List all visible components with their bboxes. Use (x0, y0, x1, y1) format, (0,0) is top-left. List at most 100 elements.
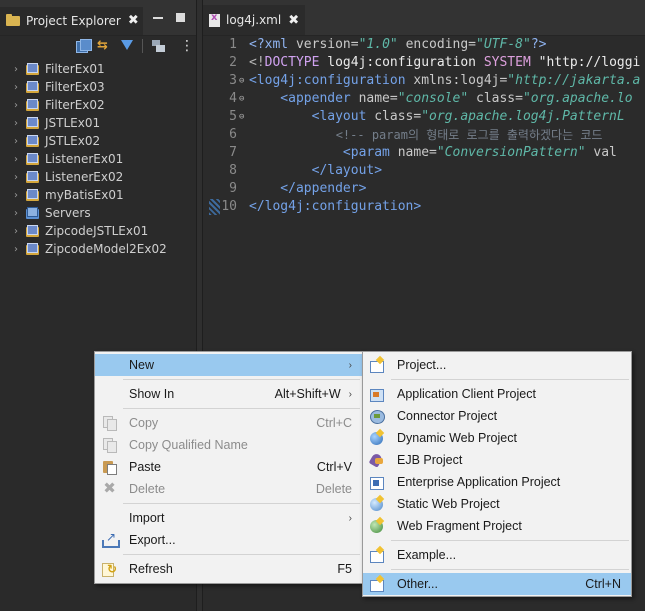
new-static-web-project[interactable]: Static Web Project (363, 493, 631, 515)
tree-item-label: ZipcodeJSTLEx01 (45, 224, 149, 238)
chevron-right-icon[interactable]: › (14, 82, 23, 93)
editor-tab-log4j[interactable]: log4j.xml ✖ (203, 5, 306, 35)
fold-gutter (239, 36, 249, 54)
menu-import[interactable]: Import › (95, 507, 362, 529)
new-dynamic-web-project[interactable]: Dynamic Web Project (363, 427, 631, 449)
code-text: <?xml version="1.0" encoding="UTF-8"?> (249, 36, 645, 54)
tree-item-project[interactable]: › ZipcodeJSTLEx01 (0, 222, 196, 240)
tree-item-label: FilterEx03 (45, 80, 105, 94)
tree-item-project[interactable]: › JSTLEx02 (0, 132, 196, 150)
filter-icon[interactable] (120, 39, 135, 53)
menu-show-in[interactable]: Show In Alt+Shift+W › (95, 383, 362, 405)
menu-new[interactable]: New › (95, 354, 362, 376)
new-application-client-project[interactable]: Application Client Project (363, 383, 631, 405)
new-example[interactable]: Example... (363, 544, 631, 566)
chevron-right-icon[interactable]: › (14, 118, 23, 129)
tree-item-project[interactable]: › FilterEx02 (0, 96, 196, 114)
focus-on-active-task-icon[interactable] (152, 39, 167, 53)
menu-separator (123, 379, 360, 380)
menu-item-label: Export... (129, 533, 176, 547)
code-token: </appender> (249, 181, 367, 196)
menu-item-label: EJB Project (397, 453, 463, 467)
menu-item-label: Copy (129, 416, 159, 430)
menu-refresh[interactable]: Refresh F5 (95, 558, 362, 580)
fold-toggle-icon[interactable]: ⊖ (239, 90, 249, 108)
collapse-all-icon[interactable] (76, 39, 92, 53)
menu-item-label: Refresh (129, 562, 173, 576)
fold-toggle-icon[interactable]: ⊖ (239, 108, 249, 126)
chevron-right-icon[interactable]: › (14, 136, 23, 147)
chevron-right-icon[interactable]: › (14, 154, 23, 165)
menu-export[interactable]: Export... (95, 529, 362, 551)
code-area[interactable]: 1 <?xml version="1.0" encoding="UTF-8"?> 2… (203, 36, 645, 216)
chevron-right-icon[interactable]: › (14, 190, 23, 201)
code-text: </log4j:configuration> (249, 198, 645, 216)
menu-paste[interactable]: Paste Ctrl+V (95, 456, 362, 478)
menu-item-label: Web Fragment Project (397, 519, 522, 533)
line-number: 7 (229, 145, 237, 160)
code-token: "console" (397, 91, 476, 106)
toolbar-divider (142, 39, 143, 53)
menu-item-label: Other... (397, 577, 438, 591)
code-token: DOCTYPE (264, 55, 328, 70)
tree-item-label: JSTLEx02 (45, 134, 101, 148)
link-with-editor-icon[interactable]: ⇆ (97, 39, 112, 53)
tree-item-project[interactable]: › FilterEx01 (0, 60, 196, 78)
menu-item-label: Dynamic Web Project (397, 431, 517, 445)
chevron-right-icon[interactable]: › (14, 244, 23, 255)
new-web-fragment-project[interactable]: Web Fragment Project (363, 515, 631, 537)
menu-copy: Copy Ctrl+C (95, 412, 362, 434)
tree-item-project[interactable]: › ZipcodeModel2Ex02 (0, 240, 196, 258)
code-token: SYSTEM (483, 55, 539, 70)
tree-item-label: ListenerEx02 (45, 170, 124, 184)
tree-item-label: ListenerEx01 (45, 152, 124, 166)
new-ejb-project[interactable]: EJB Project (363, 449, 631, 471)
code-token: "1.0" (358, 37, 406, 52)
code-line: 5 ⊖ <layout class="org.apache.log4j.Patte… (203, 108, 645, 126)
maximize-icon[interactable] (175, 12, 187, 24)
tree-item-project[interactable]: › Servers (0, 204, 196, 222)
wiz-dynweb-icon (369, 430, 385, 446)
tree-item-project[interactable]: › JSTLEx01 (0, 114, 196, 132)
code-line: 7 <param name="ConversionPattern" val (203, 144, 645, 162)
code-token: <layout (249, 109, 375, 124)
code-line: 10 </log4j:configuration> (203, 198, 645, 216)
explorer-tab[interactable]: Project Explorer ✖ (0, 6, 143, 35)
minimize-icon[interactable] (152, 12, 164, 24)
chevron-right-icon[interactable]: › (14, 226, 23, 237)
chevron-right-icon[interactable]: › (14, 208, 23, 219)
view-menu-icon[interactable]: ⋮ (180, 39, 194, 53)
new-connector-project[interactable]: Connector Project (363, 405, 631, 427)
code-token: <log4j:configuration (249, 73, 414, 88)
close-icon[interactable]: ✖ (288, 13, 299, 28)
web-project-icon (26, 80, 40, 94)
fold-toggle-icon[interactable]: ⊖ (239, 72, 249, 90)
code-text: <log4j:configuration xmlns:log4j="http:/… (249, 72, 645, 90)
code-token: encoding= (405, 37, 477, 52)
new-other[interactable]: Other... Ctrl+N (363, 573, 631, 595)
code-token: "http://jakarta.a (507, 73, 641, 88)
chevron-right-icon[interactable]: › (14, 100, 23, 111)
code-text: <param name="ConversionPattern" val (249, 144, 645, 162)
tree-item-project[interactable]: › myBatisEx01 (0, 186, 196, 204)
tree-item-project[interactable]: › ListenerEx02 (0, 168, 196, 186)
chevron-right-icon[interactable]: › (14, 64, 23, 75)
code-token: "org.apache.log4j.PatternL (421, 109, 625, 124)
code-token: "UTF-8" (476, 37, 531, 52)
line-number: 1 (229, 37, 237, 52)
code-token: class= (476, 91, 523, 106)
tree-item-project[interactable]: › ListenerEx01 (0, 150, 196, 168)
tree-item-label: JSTLEx01 (45, 116, 101, 130)
chevron-right-icon[interactable]: › (14, 172, 23, 183)
code-text: </layout> (249, 162, 645, 180)
new-project[interactable]: Project... (363, 354, 631, 376)
code-token: name= (358, 91, 398, 106)
xml-file-icon (209, 12, 220, 27)
wiz-example-icon (369, 547, 385, 563)
line-number: 4 (229, 91, 237, 106)
new-enterprise-application-project[interactable]: Enterprise Application Project (363, 471, 631, 493)
close-icon[interactable]: ✖ (128, 13, 139, 28)
shortcut-label: Ctrl+N (585, 577, 621, 591)
tree-item-project[interactable]: › FilterEx03 (0, 78, 196, 96)
code-line: 3 ⊖ <log4j:configuration xmlns:log4j="http… (203, 72, 645, 90)
